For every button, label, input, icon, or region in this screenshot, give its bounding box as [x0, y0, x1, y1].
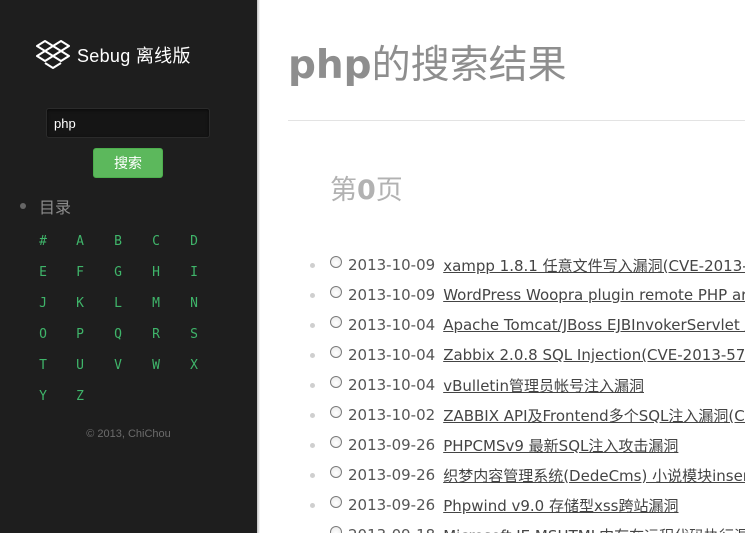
search-button[interactable]: 搜索 [93, 148, 163, 178]
letter-link-o[interactable]: O [24, 327, 62, 342]
bullet-icon [310, 322, 315, 328]
list-item: 2013-09-26 Phpwind v9.0 存储型xss跨站漏洞 [308, 490, 679, 520]
result-date: 2013-09-26 [348, 496, 436, 514]
bullet-icon [310, 472, 315, 478]
result-date: 2013-09-18 [348, 526, 435, 533]
divider [288, 120, 745, 121]
radio-circle-icon [330, 346, 342, 358]
result-link[interactable]: 织梦内容管理系统(DedeCms) 小说模块insert [443, 465, 745, 486]
letter-link-z[interactable]: Z [61, 389, 99, 404]
result-date: 2013-10-04 [348, 376, 436, 394]
letter-link-f[interactable]: F [61, 265, 99, 280]
result-date: 2013-10-04 [348, 316, 436, 334]
letter-link-hash[interactable]: # [24, 234, 62, 249]
dropbox-logo-icon [36, 40, 70, 69]
radio-circle-icon [330, 256, 342, 268]
letter-link-c[interactable]: C [137, 234, 175, 249]
radio-circle-icon [330, 466, 342, 478]
bullet-icon [20, 203, 26, 209]
letter-link-s[interactable]: S [175, 327, 213, 342]
list-item: 2013-09-26 PHPCMSv9 最新SQL注入攻击漏洞 [308, 430, 678, 460]
radio-circle-icon [330, 436, 342, 448]
results-list: 2013-10-09 xampp 1.8.1 任意文件写入漏洞(CVE-2013… [308, 250, 745, 533]
result-link[interactable]: Apache Tomcat/JBoss EJBInvokerServlet / … [443, 316, 745, 334]
letter-link-j[interactable]: J [24, 296, 62, 311]
result-date: 2013-09-26 [348, 466, 436, 484]
radio-circle-icon [330, 316, 342, 328]
letter-link-p[interactable]: P [61, 327, 99, 342]
page-prefix: 第 [330, 175, 357, 206]
result-link[interactable]: PHPCMSv9 最新SQL注入攻击漏洞 [443, 435, 678, 456]
list-item: 2013-10-02 ZABBIX API及Frontend多个SQL注入漏洞(… [308, 400, 745, 430]
bullet-icon [310, 352, 315, 358]
list-item: 2013-09-18 Microsoft IE MSHTML中存在远程代码执行漏… [308, 520, 745, 533]
result-link[interactable]: Microsoft IE MSHTML中存在远程代码执行漏洞 [443, 525, 745, 533]
letter-link-g[interactable]: G [99, 265, 137, 280]
result-link[interactable]: xampp 1.8.1 任意文件写入漏洞(CVE-2013-2586) [443, 255, 745, 276]
letter-link-v[interactable]: V [99, 358, 137, 373]
search-keyword: php [288, 43, 372, 88]
bullet-icon [310, 412, 315, 418]
brand-title: Sebug 离线版 [77, 46, 191, 66]
letter-link-i[interactable]: I [175, 265, 213, 280]
letter-link-l[interactable]: L [99, 296, 137, 311]
letter-link-q[interactable]: Q [99, 327, 137, 342]
search-input[interactable] [46, 108, 210, 138]
list-item: 2013-10-09 WordPress Woopra plugin remot… [308, 280, 745, 310]
page-suffix: 页 [375, 175, 403, 206]
bullet-icon [310, 382, 315, 388]
copyright: © 2013, ChiChou [86, 428, 171, 440]
letter-link-b[interactable]: B [99, 234, 137, 249]
letter-link-e[interactable]: E [24, 265, 62, 280]
result-link[interactable]: WordPress Woopra plugin remote PHP arbit… [443, 286, 745, 304]
letter-link-k[interactable]: K [61, 296, 99, 311]
radio-circle-icon [330, 526, 342, 533]
letter-link-t[interactable]: T [24, 358, 62, 373]
list-item: 2013-10-09 xampp 1.8.1 任意文件写入漏洞(CVE-2013… [308, 250, 745, 280]
radio-circle-icon [330, 286, 342, 298]
letter-link-y[interactable]: Y [24, 389, 62, 404]
sidebar-shadow [257, 0, 260, 533]
radio-circle-icon [330, 376, 342, 388]
letter-link-a[interactable]: A [61, 234, 99, 249]
letter-link-d[interactable]: D [175, 234, 213, 249]
page-number-value: 0 [357, 175, 376, 206]
letter-link-n[interactable]: N [175, 296, 213, 311]
bullet-icon [310, 502, 315, 508]
result-date: 2013-09-26 [348, 436, 436, 454]
result-link[interactable]: vBulletin管理员帐号注入漏洞 [443, 375, 644, 396]
letter-link-w[interactable]: W [137, 358, 175, 373]
result-date: 2013-10-04 [348, 346, 436, 364]
result-date: 2013-10-09 [348, 256, 436, 274]
result-link[interactable]: Phpwind v9.0 存储型xss跨站漏洞 [443, 495, 678, 516]
bullet-icon [310, 292, 315, 298]
radio-circle-icon [330, 406, 342, 418]
page-title: php的搜索结果 [288, 34, 567, 90]
letter-link-u[interactable]: U [61, 358, 99, 373]
page-number: 第0页 [330, 168, 403, 207]
radio-circle-icon [330, 496, 342, 508]
page-title-suffix: 的搜索结果 [371, 43, 567, 88]
toc-label: 目录 [39, 198, 72, 217]
sidebar: Sebug 离线版 搜索 目录 # A B C D E F G H I J K … [0, 0, 257, 533]
list-item: 2013-09-26 织梦内容管理系统(DedeCms) 小说模块insert [308, 460, 745, 490]
letter-link-m[interactable]: M [137, 296, 175, 311]
bullet-icon [310, 442, 315, 448]
bullet-icon [310, 262, 315, 268]
result-date: 2013-10-09 [348, 286, 436, 304]
letter-link-r[interactable]: R [137, 327, 175, 342]
result-link[interactable]: ZABBIX API及Frontend多个SQL注入漏洞(CVE-2013-57… [443, 405, 745, 426]
toc-heading: 目录 [20, 194, 71, 218]
list-item: 2013-10-04 Apache Tomcat/JBoss EJBInvoke… [308, 310, 745, 340]
list-item: 2013-10-04 Zabbix 2.0.8 SQL Injection(CV… [308, 340, 745, 370]
result-link[interactable]: Zabbix 2.0.8 SQL Injection(CVE-2013-5743… [443, 346, 745, 364]
list-item: 2013-10-04 vBulletin管理员帐号注入漏洞 [308, 370, 644, 400]
brand[interactable]: Sebug 离线版 [36, 38, 191, 72]
letter-link-h[interactable]: H [137, 265, 175, 280]
letter-link-x[interactable]: X [175, 358, 213, 373]
result-date: 2013-10-02 [348, 406, 436, 424]
